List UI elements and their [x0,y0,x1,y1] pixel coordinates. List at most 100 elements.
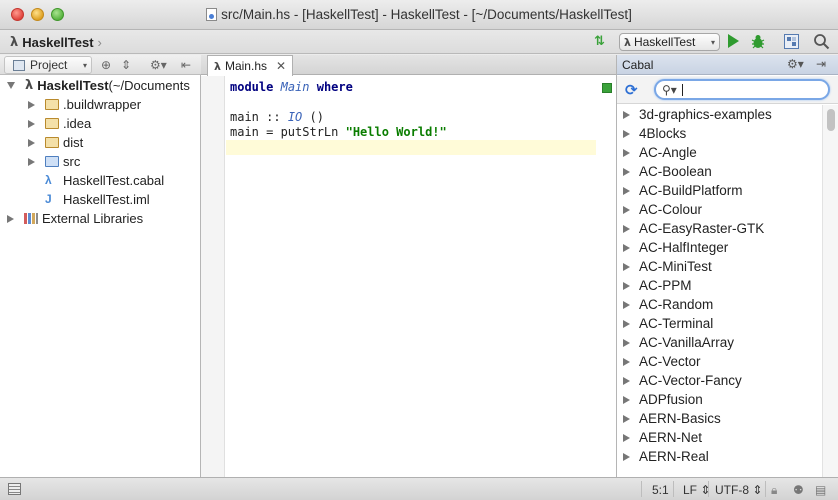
project-view-select[interactable]: Project ▾ [4,56,92,74]
expand-arrow-icon[interactable] [28,100,35,109]
run-configuration-select[interactable]: λ HaskellTest ▾ [619,33,720,51]
package-name: AERN-Real [639,449,709,464]
package-list-item[interactable]: AC-Terminal [617,314,822,333]
line-gutter[interactable] [201,76,225,477]
package-list-item[interactable]: AERN-Basics [617,409,822,428]
expand-arrow-icon[interactable] [623,395,630,404]
code-area[interactable]: module Main where main :: IO () main = p… [226,80,616,155]
tree-item-idea[interactable]: .idea [0,114,200,133]
package-list-item[interactable]: AC-Vector-Fancy [617,371,822,390]
expand-arrow-icon[interactable] [623,414,630,423]
folder-icon [45,118,59,129]
package-name: AC-Boolean [639,164,712,179]
tab-main-hs[interactable]: λ Main.hs ✕ [207,55,293,76]
package-list-item[interactable]: AERN-Net [617,428,822,447]
run-icon[interactable] [728,34,739,48]
cabal-file-icon: λ [45,173,52,187]
search-icon: ⚲▾ [662,83,677,97]
expand-arrow-icon[interactable] [28,138,35,147]
hide-panel-icon[interactable]: ⇤ [181,58,191,72]
tree-item-buildwrapper[interactable]: .buildwrapper [0,95,200,114]
search-everywhere-icon[interactable] [813,33,830,50]
settings-gear-icon[interactable]: ⚙▾ [787,57,804,71]
tree-item-src[interactable]: src [0,152,200,171]
code-editor: λ Main.hs ✕ module Main where main :: IO… [201,55,616,477]
code-line[interactable]: main :: IO () [226,110,616,125]
scrollbar-thumb[interactable] [827,109,835,131]
package-search-input[interactable]: ⚲▾ [654,79,830,100]
package-list-item[interactable]: AC-Boolean [617,162,822,181]
expand-arrow-icon[interactable] [623,357,630,366]
caret-position[interactable]: 5:1 [652,483,669,497]
text-caret [682,84,683,96]
expand-arrow-icon[interactable] [623,205,630,214]
expand-arrow-icon[interactable] [623,319,630,328]
expand-arrow-icon[interactable] [623,186,630,195]
package-list-item[interactable]: AC-BuildPlatform [617,181,822,200]
inspection-icon[interactable]: ⚉ [793,483,804,497]
settings-gear-icon[interactable]: ⚙▾ [150,58,167,72]
expand-arrow-icon[interactable] [623,110,630,119]
expand-arrow-icon[interactable] [623,338,630,347]
package-list-scrollbar[interactable] [822,105,838,477]
package-list-item[interactable]: AC-Colour [617,200,822,219]
expand-arrow-icon[interactable] [623,224,630,233]
project-structure-icon[interactable] [784,34,799,49]
package-name: AERN-Net [639,430,703,445]
line-separator-select[interactable]: LF ⇕ [683,483,710,497]
debug-icon[interactable] [751,34,765,49]
code-line-empty[interactable] [226,95,616,110]
code-line-current[interactable] [226,140,596,155]
package-list-item[interactable]: AC-EasyRaster-GTK [617,219,822,238]
collapse-all-icon[interactable]: ⇕ [121,58,131,72]
code-line[interactable]: module Main where [226,80,616,95]
tree-item-cabal-file[interactable]: λ HaskellTest.cabal [0,171,200,190]
package-list-item[interactable]: AC-HalfInteger [617,238,822,257]
vcs-update-icon[interactable]: ⇅ [594,33,605,49]
close-tab-icon[interactable]: ✕ [276,59,286,73]
refresh-icon[interactable]: ⟳ [625,81,638,99]
expand-arrow-icon[interactable] [28,119,35,128]
expand-arrow-icon[interactable] [623,281,630,290]
expand-arrow-icon[interactable] [7,82,15,89]
package-list-item[interactable]: AC-PPM [617,276,822,295]
tree-item-external-libraries[interactable]: External Libraries [0,209,200,228]
breadcrumb-project[interactable]: HaskellTest [22,35,93,50]
package-name: AC-BuildPlatform [639,183,743,198]
hide-panel-icon[interactable]: ⇥ [816,57,826,71]
package-list-item[interactable]: ADPfusion [617,390,822,409]
expand-arrow-icon[interactable] [7,214,14,223]
lock-icon[interactable]: 🔒︎ [771,483,777,498]
expand-arrow-icon[interactable] [623,243,630,252]
expand-arrow-icon[interactable] [623,433,630,442]
scroll-from-source-icon[interactable]: ⊕ [101,58,111,72]
package-name: 4Blocks [639,126,687,141]
expand-arrow-icon[interactable] [623,300,630,309]
encoding-select[interactable]: UTF-8 ⇕ [715,483,762,497]
expand-arrow-icon[interactable] [28,157,35,166]
status-bar: 5:1 LF ⇕ UTF-8 ⇕ 🔒︎ ⚉ ▤ [0,477,838,500]
tree-item-root[interactable]: λ HaskellTest (~/Documents [0,76,200,95]
expand-arrow-icon[interactable] [623,148,630,157]
package-list-item[interactable]: 4Blocks [617,124,822,143]
expand-arrow-icon[interactable] [623,376,630,385]
package-list-item[interactable]: AC-Angle [617,143,822,162]
code-line[interactable]: main = putStrLn "Hello World!" [226,125,616,140]
breadcrumb[interactable]: λ HaskellTest › [10,33,102,51]
package-list-item[interactable]: AC-Vector [617,352,822,371]
tree-item-dist[interactable]: dist [0,133,200,152]
expand-arrow-icon[interactable] [623,452,630,461]
expand-arrow-icon[interactable] [623,262,630,271]
haskell-module-icon: λ [25,78,34,93]
divider [765,481,766,497]
tree-item-iml-file[interactable]: J HaskellTest.iml [0,190,200,209]
package-list-item[interactable]: AC-MiniTest [617,257,822,276]
event-log-icon[interactable]: ▤ [815,483,826,497]
package-list-item[interactable]: AC-Random [617,295,822,314]
expand-arrow-icon[interactable] [623,129,630,138]
tool-windows-toggle-icon[interactable] [8,483,21,495]
package-list-item[interactable]: AERN-Real [617,447,822,466]
expand-arrow-icon[interactable] [623,167,630,176]
package-list-item[interactable]: 3d-graphics-examples [617,105,822,124]
package-list-item[interactable]: AC-VanillaArray [617,333,822,352]
